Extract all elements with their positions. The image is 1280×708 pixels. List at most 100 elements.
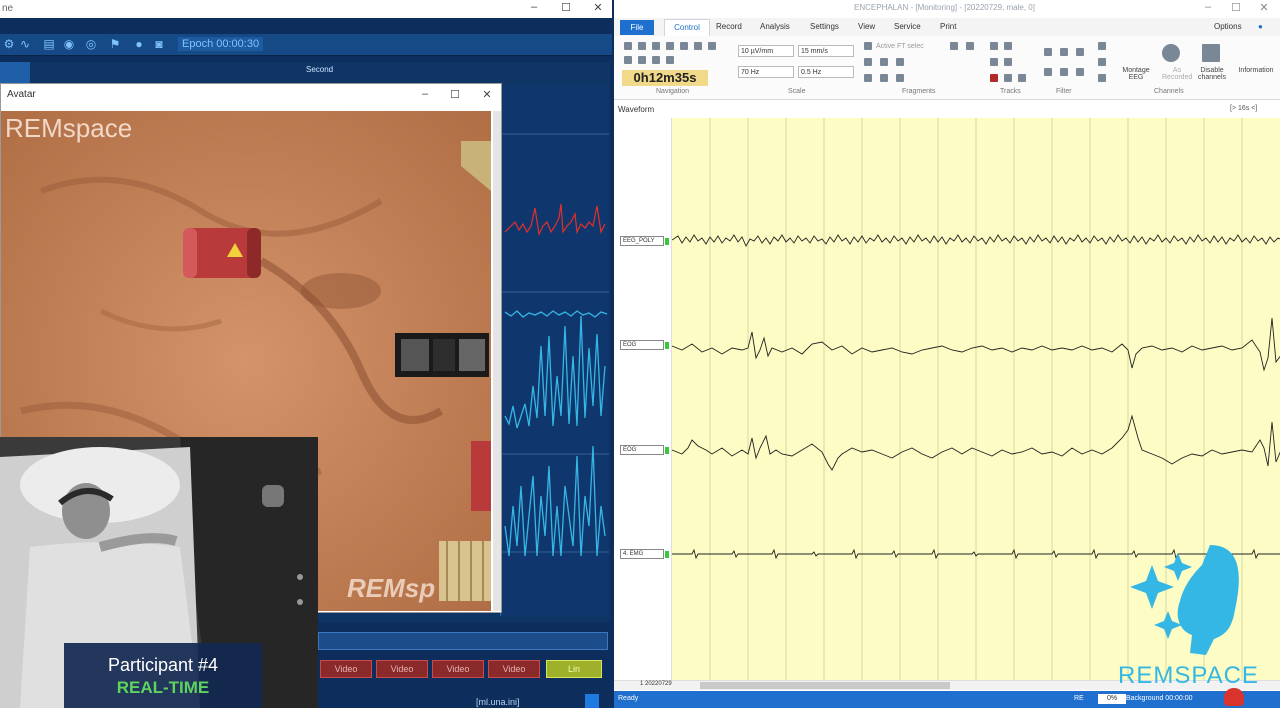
active-filter-select[interactable]: Active FT selec [876,43,924,50]
remspace-watermark-bottom: REMsp [347,573,436,603]
save-icon[interactable]: ▤ [42,37,56,51]
channel-icon-c[interactable] [1098,74,1106,82]
cyan-signal-trace-2 [504,315,606,429]
avatar-close-icon[interactable]: ✕ [473,88,501,101]
nav-icon-d[interactable] [666,56,674,64]
filter-icon-a[interactable] [1044,48,1052,56]
channel-label-eeg-poly[interactable]: EEG_POLY [620,236,664,246]
avatar-maximize-icon[interactable]: ☐ [441,88,469,101]
prev-icon[interactable] [652,42,660,50]
settings-icon[interactable]: ⚙ [2,37,16,51]
cyan-signal-trace-3 [504,445,606,557]
fragment-icon-h[interactable] [880,74,888,82]
filter-icon-f[interactable] [1076,68,1084,76]
user-icon[interactable]: ◉ [62,37,76,51]
config-file-label: [ml.una.ini] [476,697,520,707]
fragment-icon-f[interactable] [896,58,904,66]
disable-channels-icon[interactable] [1202,44,1220,62]
flag-icon[interactable]: ⚑ [108,37,122,51]
fragment-icon-c[interactable] [966,42,974,50]
video-button-1[interactable]: Video [320,660,372,678]
nav-icon-b[interactable] [638,56,646,64]
scroll-thumb[interactable] [700,682,950,689]
right-minimize-icon[interactable]: – [1194,1,1222,13]
video-button-3[interactable]: Video [432,660,484,678]
options-menu[interactable]: Options [1214,22,1242,31]
second-barrel-icon [471,441,491,511]
as-recorded-icon[interactable] [1162,44,1180,62]
fragment-icon-d[interactable] [864,58,872,66]
chat-icon[interactable]: ◎ [84,37,98,51]
lowcut-select[interactable]: 0.5 Hz [798,66,854,78]
maximize-icon[interactable]: ☐ [552,1,580,14]
fragment-icon-e[interactable] [880,58,888,66]
wave-icon[interactable]: ∿ [18,37,32,51]
camera-icon[interactable]: ◙ [152,37,166,51]
nav-icon-c[interactable] [652,56,660,64]
tab-analysis[interactable]: Analysis [760,22,790,31]
tab-record[interactable]: Record [716,22,742,31]
fragment-icon-g[interactable] [864,74,872,82]
tab-service[interactable]: Service [894,22,921,31]
fragment-icon-a[interactable] [864,42,872,50]
right-maximize-icon[interactable]: ☐ [1222,1,1250,14]
first-icon[interactable] [624,42,632,50]
desktop: ne – ☐ ✕ ⚙ ∿ ▤ ◉ ◎ ⚑ ● ◙ Epoch 00:00:30 … [0,0,1280,708]
next-page-icon[interactable] [694,42,702,50]
channel-marker [665,238,669,245]
right-close-icon[interactable]: ✕ [1250,1,1278,14]
avatar-scrollbar[interactable] [493,111,501,611]
play-icon[interactable] [666,42,674,50]
remspace-watermark: REMspace [5,113,133,143]
record-indicator-icon [1224,688,1244,706]
tab-print[interactable]: Print [940,22,956,31]
nav-icon-a[interactable] [624,56,632,64]
track-icon-b[interactable] [1004,42,1012,50]
fragment-icon-i[interactable] [896,74,904,82]
pin-icon[interactable]: ● [132,37,146,51]
avatar-titlebar: Avatar – ☐ ✕ [1,84,501,104]
left-scroll-button[interactable] [585,694,599,708]
help-icon[interactable]: ● [1258,22,1263,31]
amplitude-select[interactable]: 10 µV/mm [738,45,794,57]
left-window-title: ne [2,3,14,14]
tab-file[interactable]: File [620,20,654,35]
next-icon[interactable] [680,42,688,50]
channel-label-eog-1[interactable]: EOG [620,340,664,350]
status-background: Background 00:00:00 [1126,695,1193,702]
information-button[interactable]: Information [1232,67,1280,74]
avatar-minimize-icon[interactable]: – [411,88,439,100]
lin-button[interactable]: Lin [546,660,602,678]
prev-page-icon[interactable] [638,42,646,50]
channel-label-emg[interactable]: 4. EMG [620,549,664,559]
tab-view[interactable]: View [858,22,875,31]
channel-label-eog-2[interactable]: EOG [620,445,664,455]
filter-icon-c[interactable] [1076,48,1084,56]
speed-select[interactable]: 15 mm/s [798,45,854,57]
rover-icon [395,333,489,377]
filter-icon-d[interactable] [1044,68,1052,76]
highcut-select[interactable]: 70 Hz [738,66,794,78]
channel-icon-b[interactable] [1098,58,1106,66]
fragment-icon-b[interactable] [950,42,958,50]
video-button-2[interactable]: Video [376,660,428,678]
track-icon-d[interactable] [1004,58,1012,66]
as-recorded-button[interactable]: As Recorded [1162,67,1192,81]
disable-channels-button[interactable]: Disable channels [1194,67,1230,81]
montage-eeg-button[interactable]: Montage EEG [1118,67,1154,81]
track-icon-c[interactable] [990,58,998,66]
filter-group-label: Filter [1056,88,1072,95]
last-icon[interactable] [708,42,716,50]
filter-icon-b[interactable] [1060,48,1068,56]
channel-icon-a[interactable] [1098,42,1106,50]
filter-icon-e[interactable] [1060,68,1068,76]
tab-settings[interactable]: Settings [810,22,839,31]
video-button-4[interactable]: Video [488,660,540,678]
minimize-icon[interactable]: – [520,1,548,13]
track-icon-f[interactable] [1004,74,1012,82]
track-icon-e[interactable] [990,74,998,82]
track-icon-a[interactable] [990,42,998,50]
tab-control[interactable]: Control [664,19,710,36]
track-icon-g[interactable] [1018,74,1026,82]
close-icon[interactable]: ✕ [584,1,612,14]
